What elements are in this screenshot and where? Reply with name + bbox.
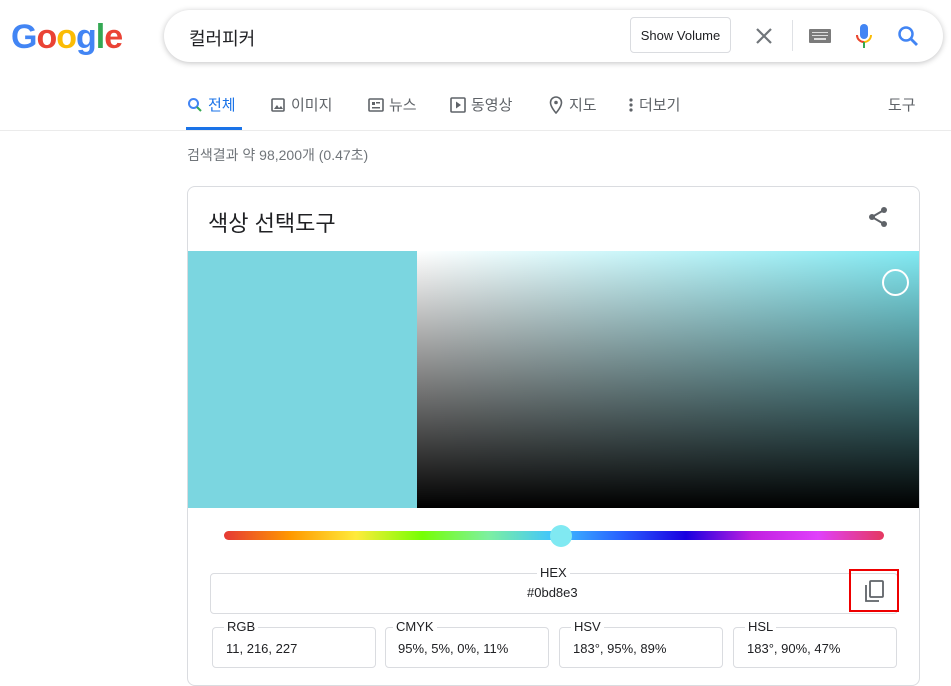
saturation-handle[interactable] xyxy=(882,269,909,296)
cmyk-label: CMYK xyxy=(393,619,437,634)
map-pin-icon xyxy=(549,95,563,114)
tab-all[interactable]: 전체 xyxy=(187,94,236,115)
cmyk-field[interactable]: CMYK 95%, 5%, 0%, 11% xyxy=(385,619,549,668)
card-title: 색상 선택도구 xyxy=(208,211,336,236)
rgb-label: RGB xyxy=(224,619,259,634)
microphone-icon[interactable] xyxy=(852,22,876,50)
cmyk-value[interactable]: 95%, 5%, 0%, 11% xyxy=(398,641,508,656)
share-icon[interactable] xyxy=(866,205,890,229)
divider xyxy=(792,20,793,51)
saturation-value-area[interactable] xyxy=(417,251,919,508)
google-logo[interactable]: Google xyxy=(11,18,123,57)
hue-slider-thumb[interactable] xyxy=(550,525,572,547)
search-input[interactable]: 컬러피커 xyxy=(189,25,255,51)
search-tabs: 전체 이미지 뉴스 동영상 지도 더보기 도구 xyxy=(0,86,951,131)
result-stats: 검색결과 약 98,200개 (0.47초) xyxy=(187,147,369,163)
hsv-field[interactable]: HSV 183°, 95%, 89% xyxy=(559,619,723,668)
tab-label: 이미지 xyxy=(291,97,333,114)
news-icon xyxy=(368,97,384,112)
rgb-value[interactable]: 11, 216, 227 xyxy=(226,641,297,656)
tools-button[interactable]: 도구 xyxy=(888,94,916,115)
hsl-label: HSL xyxy=(745,619,777,634)
copy-button[interactable] xyxy=(849,569,899,612)
clear-icon[interactable] xyxy=(752,24,776,48)
tab-label: 전체 xyxy=(208,97,236,114)
more-vert-icon xyxy=(629,97,633,112)
tab-maps[interactable]: 지도 xyxy=(548,94,597,115)
image-icon xyxy=(271,97,285,112)
tab-news[interactable]: 뉴스 xyxy=(368,94,417,115)
hex-field[interactable]: HEX #0bd8e3 xyxy=(210,565,898,614)
hsl-value[interactable]: 183°, 90%, 47% xyxy=(747,641,840,656)
show-volume-button[interactable]: Show Volume xyxy=(630,17,731,53)
tab-label: 뉴스 xyxy=(389,97,417,114)
tab-more[interactable]: 더보기 xyxy=(628,94,680,115)
tab-label: 동영상 xyxy=(471,97,513,114)
tab-label: 지도 xyxy=(569,97,597,114)
hsv-label: HSV xyxy=(571,619,604,634)
video-icon xyxy=(450,96,466,113)
color-swatch xyxy=(188,251,417,508)
search-icon[interactable] xyxy=(896,24,920,48)
hex-label: HEX xyxy=(537,565,570,580)
tab-videos[interactable]: 동영상 xyxy=(450,94,512,115)
active-tab-indicator xyxy=(186,127,242,130)
tab-images[interactable]: 이미지 xyxy=(270,94,332,115)
copy-icon xyxy=(865,579,884,602)
hsl-field[interactable]: HSL 183°, 90%, 47% xyxy=(733,619,897,668)
color-picker-card: 색상 선택도구 HEX #0bd8e3 RGB 11, 216, 227 CMYK… xyxy=(187,186,920,686)
search-box[interactable]: 컬러피커 Show Volume xyxy=(164,10,943,62)
hsv-value[interactable]: 183°, 95%, 89% xyxy=(573,641,666,656)
keyboard-icon[interactable] xyxy=(807,26,833,46)
rgb-field[interactable]: RGB 11, 216, 227 xyxy=(212,619,376,668)
hex-value[interactable]: #0bd8e3 xyxy=(527,585,578,600)
search-icon xyxy=(188,97,202,112)
tab-label: 더보기 xyxy=(639,97,681,114)
